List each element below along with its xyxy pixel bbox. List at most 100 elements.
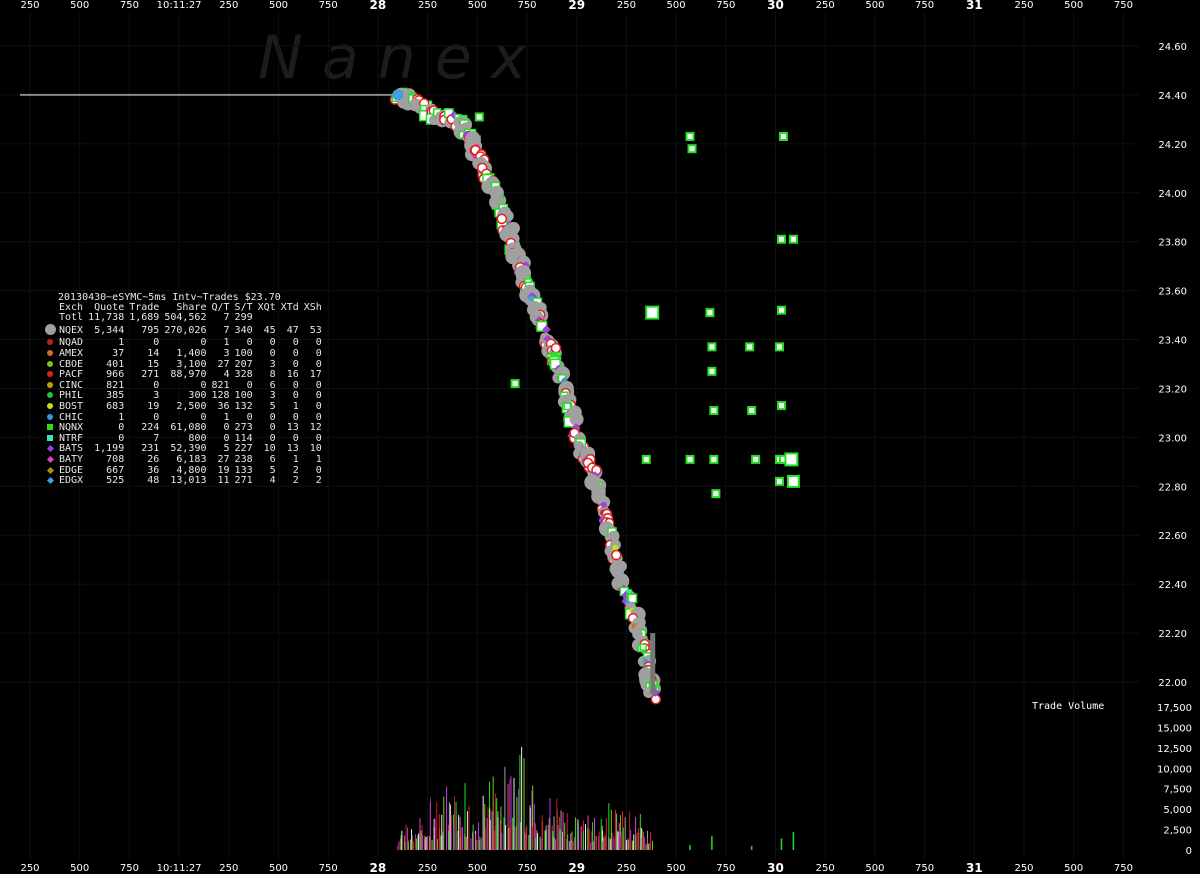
late-trade-mark bbox=[510, 379, 520, 389]
cell-st: 238 bbox=[234, 453, 253, 465]
x-tick-label-top: 250 bbox=[816, 0, 835, 11]
legend-marker-edge bbox=[44, 466, 56, 477]
x-tick-label-top: 500 bbox=[667, 0, 686, 11]
late-trade-mark bbox=[774, 342, 784, 352]
stats-row-cinc: CINC 821 0 0 821 0 6 0 0 bbox=[44, 380, 322, 392]
cell-exch: EDGX bbox=[59, 475, 84, 487]
x-ticks-top: 250 500 750 10:11:27 250 500 750 28 250 500 750 29 2… bbox=[20, 0, 1132, 12]
x-tick-label-top: 750 bbox=[319, 0, 338, 11]
cell-xtd: 1 bbox=[292, 400, 299, 412]
legend-marker-nqex bbox=[44, 323, 56, 339]
square-icon bbox=[47, 424, 53, 431]
volume-tick-label: 15,000 bbox=[1157, 723, 1192, 734]
dot-icon bbox=[47, 413, 53, 420]
cell-trade: 19 bbox=[147, 400, 160, 412]
late-trade-mark bbox=[707, 366, 717, 376]
x-tick-label-top: 250 bbox=[617, 0, 636, 11]
x-tick-label-bottom: 500 bbox=[70, 863, 89, 874]
price-tick-label: 24.00 bbox=[1158, 189, 1187, 200]
x-tick-label-top: 30 bbox=[767, 0, 784, 12]
total-exch: Totl bbox=[59, 312, 84, 324]
late-trade-mark bbox=[776, 234, 786, 244]
cell-share: 88,970 bbox=[170, 369, 207, 381]
x-tick-label-top: 250 bbox=[1014, 0, 1033, 11]
cell-st: 132 bbox=[234, 400, 253, 412]
diamond-icon bbox=[46, 477, 54, 485]
legend-marker-nqad bbox=[44, 338, 56, 349]
exchange-quote-mark bbox=[612, 544, 619, 551]
cell-quote: 5,344 bbox=[94, 324, 125, 336]
x-tick-label-top: 29 bbox=[568, 0, 585, 12]
x-tick-label-bottom: 29 bbox=[568, 861, 585, 874]
late-trade-mark bbox=[645, 305, 660, 320]
cell-qt: 11 bbox=[217, 475, 230, 487]
late-trade-mark bbox=[784, 452, 799, 467]
volume-tick-label: 10,000 bbox=[1157, 764, 1192, 775]
late-trade-mark bbox=[747, 405, 757, 415]
volume-ticks: 17,500 15,000 12,500 10,000 7,500 5,000 2,500 0 bbox=[1157, 703, 1192, 857]
cell-qt: 3 bbox=[223, 347, 230, 359]
dot-icon bbox=[47, 360, 53, 367]
watermark: N a n e x bbox=[258, 23, 527, 93]
x-tick-label-top: 750 bbox=[716, 0, 735, 11]
x-tick-label-top: 750 bbox=[915, 0, 934, 11]
price-tick-label: 23.00 bbox=[1158, 433, 1187, 444]
total-xqt bbox=[253, 313, 276, 324]
late-trade-mark bbox=[774, 476, 784, 486]
pacf-trade-mark bbox=[611, 549, 622, 561]
total-st: 299 bbox=[234, 312, 253, 324]
pacf-trade-mark bbox=[496, 213, 508, 225]
cell-st: 100 bbox=[234, 347, 253, 359]
exchange-quote-mark bbox=[600, 501, 607, 508]
volume-tick-label: 2,500 bbox=[1163, 826, 1192, 837]
x-tick-label-bottom: 250 bbox=[617, 863, 636, 874]
dot-icon bbox=[47, 381, 53, 388]
x-tick-label-bottom: 250 bbox=[418, 863, 437, 874]
stats-row-amex: AMEX 37 14 1,400 3 100 0 0 0 bbox=[44, 347, 322, 360]
x-tick-label-bottom: 500 bbox=[667, 863, 686, 874]
dot-icon bbox=[47, 402, 53, 409]
legend-marker-amex bbox=[44, 349, 56, 360]
cell-xqt: 5 bbox=[269, 400, 276, 412]
x-tick-label-bottom: 750 bbox=[1114, 863, 1133, 874]
pacf-trade-mark bbox=[550, 342, 562, 354]
x-tick-label-bottom: 250 bbox=[20, 863, 39, 874]
price-tick-label: 23.40 bbox=[1158, 336, 1187, 347]
x-tick-label-bottom: 250 bbox=[1014, 863, 1033, 874]
dot-icon bbox=[47, 349, 53, 356]
late-trade-mark bbox=[685, 454, 695, 464]
cell-exch: NQEX bbox=[59, 324, 84, 336]
legend-marker-pacf bbox=[44, 370, 56, 381]
x-tick-label-top: 10:11:27 bbox=[157, 0, 202, 11]
diamond-icon bbox=[46, 445, 54, 453]
cell-xqt: 4 bbox=[269, 475, 276, 487]
cell-xtd: 0 bbox=[292, 347, 299, 359]
cell-quote: 37 bbox=[112, 347, 125, 359]
trade-marks bbox=[389, 87, 800, 705]
cell-quote: 708 bbox=[106, 453, 125, 465]
x-tick-label-top: 250 bbox=[418, 0, 437, 11]
stats-row-edgx: EDGX 525 48 13,013 11 271 4 2 2 bbox=[44, 475, 322, 487]
x-tick-label-bottom: 30 bbox=[767, 861, 784, 874]
price-tick-label: 23.20 bbox=[1158, 384, 1187, 395]
late-trade-mark bbox=[751, 454, 761, 464]
x-tick-label-bottom: 500 bbox=[865, 863, 884, 874]
price-tick-label: 23.60 bbox=[1158, 287, 1187, 298]
x-tick-label-bottom: 28 bbox=[370, 861, 387, 874]
cell-share: 2,500 bbox=[176, 400, 207, 412]
x-tick-label-top: 500 bbox=[70, 0, 89, 11]
square-icon bbox=[47, 434, 53, 441]
x-tick-label-bottom: 250 bbox=[816, 863, 835, 874]
late-trade-mark bbox=[786, 474, 800, 488]
cell-share: 270,026 bbox=[164, 324, 207, 336]
x-tick-label-bottom: 10:11:27 bbox=[157, 863, 202, 874]
x-tick-label-bottom: 750 bbox=[319, 863, 338, 874]
price-tick-label: 22.20 bbox=[1158, 629, 1187, 640]
late-trade-mark bbox=[709, 405, 719, 415]
late-trade-mark bbox=[641, 454, 651, 464]
cell-quote: 525 bbox=[106, 475, 125, 487]
col-xqt: XQt bbox=[257, 301, 276, 313]
cell-xqt: 6 bbox=[269, 453, 276, 465]
late-trade-mark bbox=[685, 132, 695, 142]
cell-xtd: 1 bbox=[292, 453, 299, 465]
